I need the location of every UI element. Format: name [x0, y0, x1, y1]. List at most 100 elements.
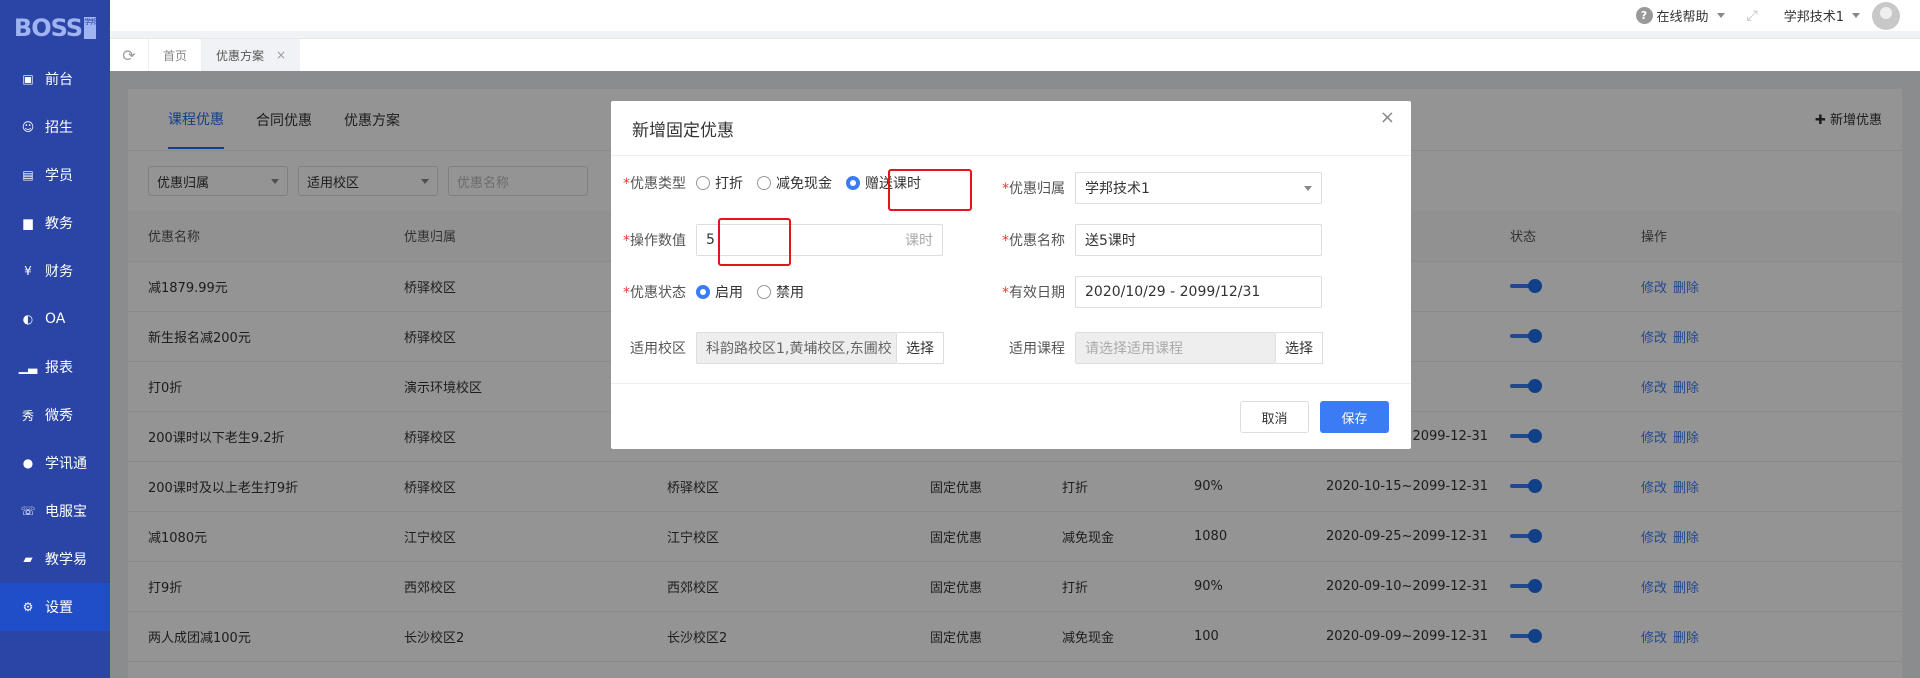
discount-type-label: *优惠类型: [623, 176, 686, 192]
owner-row: *优惠归属 学邦技术1: [990, 172, 1322, 204]
sidebar-item-label: 财务: [45, 264, 73, 280]
course-placeholder: 请选择适用课程: [1085, 341, 1183, 357]
campus-input: 科韵路校区1,黄埔校区,东圃校: [696, 332, 897, 364]
close-icon[interactable]: ×: [1380, 107, 1395, 128]
highlight-box: [718, 218, 791, 266]
course-input: 请选择适用课程: [1075, 332, 1276, 364]
user-menu[interactable]: 学邦技术1: [1783, 1, 1900, 30]
help-menu[interactable]: ? 在线帮助: [1635, 6, 1725, 25]
discount-type-row: *优惠类型 打折 减免现金 赠送课时: [611, 167, 935, 199]
discount-name-row: *优惠名称 送5课时: [990, 224, 1322, 256]
radio-label: 启用: [715, 285, 743, 301]
chevron-down-icon: [1716, 13, 1725, 18]
sidebar-item-6[interactable]: ▁▃ 报表: [0, 343, 110, 391]
dialog-title: 新增固定优惠: [611, 101, 1411, 156]
sidebar-item-label: 前台: [45, 72, 73, 88]
help-label: 在线帮助: [1656, 10, 1709, 25]
campus-row: 适用校区 科韵路校区1,黄埔校区,东圃校 选择: [611, 332, 944, 364]
dialog-footer: 取消 保存: [611, 383, 1411, 449]
sidebar-item-4[interactable]: ¥ 财务: [0, 247, 110, 295]
sidebar-item-label: 教务: [45, 216, 73, 232]
sidebar-item-label: 设置: [45, 600, 73, 616]
chevron-down-icon: [1304, 185, 1312, 191]
owner-value: 学邦技术1: [1085, 181, 1150, 197]
course-row: 适用课程 请选择适用课程 选择: [990, 332, 1323, 364]
refresh-icon[interactable]: ⟳: [110, 46, 148, 65]
radio-label: 禁用: [776, 285, 804, 301]
save-button[interactable]: 保存: [1320, 401, 1389, 433]
radio-label: 减免现金: [776, 176, 832, 192]
sidebar-item-0[interactable]: ▣ 前台: [0, 55, 110, 103]
page-tab-strip: ⟳ 首页 优惠方案 ×: [110, 38, 1920, 72]
phone-icon: ☏: [20, 504, 36, 518]
course-label: 适用课程: [1009, 341, 1065, 357]
sidebar-item-label: 电服宝: [45, 504, 87, 520]
valid-date-input[interactable]: 2020/10/29 - 2099/12/31: [1075, 276, 1322, 308]
sidebar-item-11[interactable]: ⚙ 设置: [0, 583, 110, 631]
discount-name-input[interactable]: 送5课时: [1075, 224, 1322, 256]
radio-enable[interactable]: 启用: [696, 282, 743, 302]
location-icon: ●: [22, 456, 34, 470]
course-select-button[interactable]: 选择: [1276, 332, 1323, 364]
owner-label: *优惠归属: [1002, 181, 1065, 197]
help-icon: ?: [1635, 7, 1653, 24]
operate-value-text: 5: [706, 232, 715, 248]
status-row: *优惠状态 启用 禁用: [611, 276, 818, 308]
sidebar-item-8[interactable]: ● 学讯通: [0, 439, 110, 487]
oa-icon: ◐: [22, 312, 34, 326]
user-name: 学邦技术1: [1783, 10, 1844, 25]
valid-date-row: *有效日期 2020/10/29 - 2099/12/31: [990, 276, 1322, 308]
radio-icon: [757, 176, 771, 190]
sidebar-item-10[interactable]: ▰ 教学易: [0, 535, 110, 583]
bar-chart-icon: ▁▃: [18, 360, 38, 374]
campus-label: 适用校区: [630, 341, 686, 357]
tab-discount-plan[interactable]: 优惠方案 ×: [201, 38, 301, 72]
add-fixed-discount-dialog: 新增固定优惠 × *优惠类型 打折 减免现金 赠送课时 *优惠归属 学邦技术1 …: [611, 101, 1411, 449]
cancel-button[interactable]: 取消: [1240, 401, 1309, 433]
logo-text: BOSS: [13, 13, 83, 42]
status-label: *优惠状态: [623, 285, 686, 301]
avatar[interactable]: [1872, 1, 1900, 30]
fullscreen-icon[interactable]: ⤢: [1747, 8, 1758, 24]
sidebar-item-label: OA: [45, 311, 66, 327]
highlight-box: [888, 169, 972, 211]
valid-date-label: *有效日期: [1002, 285, 1065, 301]
sidebar-item-label: 教学易: [45, 552, 87, 568]
sidebar-item-2[interactable]: ▤ 学员: [0, 151, 110, 199]
owner-select[interactable]: 学邦技术1: [1075, 172, 1322, 204]
sidebar-item-3[interactable]: ▆ 教务: [0, 199, 110, 247]
sidebar-item-9[interactable]: ☏ 电服宝: [0, 487, 110, 535]
discount-name-label: *优惠名称: [1002, 233, 1065, 249]
campus-select-button[interactable]: 选择: [897, 332, 944, 364]
tab-label: 优惠方案: [216, 48, 265, 63]
unit-label: 课时: [905, 233, 933, 249]
top-bar: ? 在线帮助 ⤢ 学邦技术1: [110, 0, 1920, 31]
sidebar-item-1[interactable]: ☺ 招生: [0, 103, 110, 151]
sidebar-item-label: 报表: [45, 360, 73, 376]
wechat-show-icon: 秀: [21, 408, 34, 423]
radio-selected-icon: [846, 176, 860, 190]
sidebar-item-label: 学讯通: [45, 456, 87, 472]
operate-value-label: *操作数值: [623, 233, 686, 249]
logo[interactable]: BOSS 学邦: [0, 0, 110, 55]
radio-disable[interactable]: 禁用: [757, 282, 804, 302]
user-add-icon: ☺: [21, 120, 35, 134]
book-icon: ▆: [23, 216, 33, 230]
radio-icon: [696, 176, 710, 190]
chevron-down-icon: [1852, 13, 1860, 18]
sidebar-item-label: 招生: [45, 120, 73, 136]
sidebar-item-5[interactable]: ◐ OA: [0, 295, 110, 343]
radio-icon: [757, 285, 771, 299]
close-icon[interactable]: ×: [276, 48, 286, 62]
yen-icon: ¥: [24, 264, 32, 278]
radio-discount[interactable]: 打折: [696, 173, 743, 193]
campus-value: 科韵路校区1,黄埔校区,东圃校: [706, 341, 892, 357]
radio-cash-off[interactable]: 减免现金: [757, 173, 832, 193]
sidebar-item-label: 微秀: [45, 408, 73, 424]
teach-icon: ▰: [23, 552, 33, 566]
calendar-icon: ▣: [22, 72, 34, 86]
sidebar-item-7[interactable]: 秀微秀: [0, 391, 110, 439]
tab-home[interactable]: 首页: [148, 38, 201, 72]
sidebar-item-label: 学员: [45, 168, 73, 184]
valid-date-value: 2020/10/29 - 2099/12/31: [1085, 284, 1261, 300]
